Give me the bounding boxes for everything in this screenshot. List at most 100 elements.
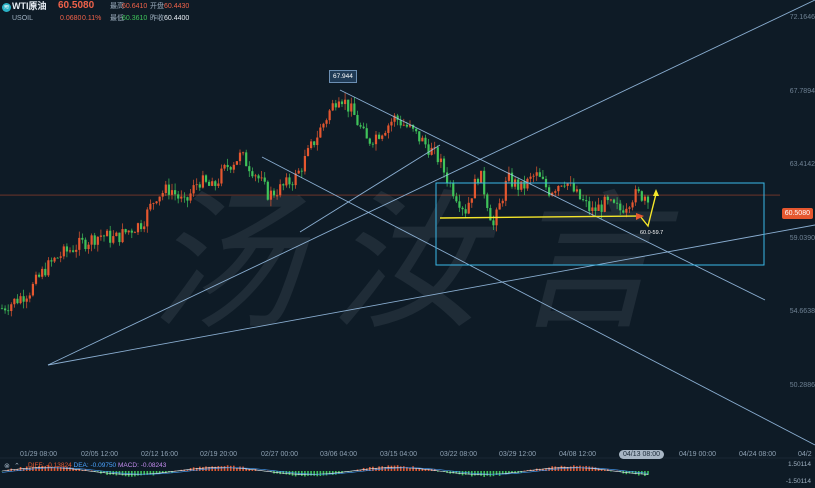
candle-body <box>541 176 545 179</box>
x-tick-label: 03/22 08:00 <box>440 451 477 458</box>
candle-body <box>384 132 387 136</box>
candle-body <box>272 190 276 196</box>
candle-body <box>75 249 78 252</box>
candle-body <box>90 235 93 245</box>
quote-value-prevclose: 60.4400 <box>164 15 190 22</box>
candle-body <box>402 124 405 126</box>
candle-body <box>643 196 647 201</box>
candle-body <box>229 167 232 170</box>
indicator-settings-icon[interactable]: ⊗ <box>4 462 10 470</box>
candle-body <box>328 110 331 121</box>
candle-body <box>473 178 477 199</box>
candle-body <box>634 189 637 203</box>
candle-body <box>609 199 613 201</box>
quote-value-high: 60.6410 <box>122 3 148 10</box>
indicator-menu-icon[interactable]: ⌃ <box>14 462 20 470</box>
high-price-label: 67.944 <box>329 70 357 83</box>
quote-header: ≋ WTI原油 60.5080 USOIL 0.0680 0.11% 最高 60… <box>0 0 300 24</box>
candle-body <box>10 304 13 312</box>
candle-body <box>257 175 260 179</box>
candle-body <box>547 187 551 196</box>
candle-body <box>615 202 619 204</box>
candle-body <box>37 274 41 277</box>
candle-body <box>535 172 538 176</box>
target-range-label: 60.0-59.7 <box>640 230 664 236</box>
candle-body <box>622 210 625 213</box>
candle-body <box>461 207 464 210</box>
candle-body <box>223 164 226 169</box>
candle-body <box>19 296 22 304</box>
candle-body <box>418 131 421 142</box>
candle-body <box>164 184 167 194</box>
candle-body <box>3 308 7 311</box>
candle-body <box>538 172 541 177</box>
macd-legend: DIFF: -0.13824 DEA: -0.09750 MACD: -0.08… <box>28 462 166 469</box>
candle-body <box>25 298 28 302</box>
quote-label-prevclose: 昨收 <box>150 15 164 22</box>
price-chart[interactable]: 汤汝言 <box>0 0 815 488</box>
candle-body <box>41 268 44 277</box>
candle-body <box>217 183 220 186</box>
candle-body <box>600 204 603 212</box>
candle-body <box>53 257 56 262</box>
candle-body <box>347 99 350 112</box>
y-tick-label: 63.4142 <box>789 161 815 168</box>
macd-dea-label: DEA: -0.09750 <box>73 462 117 469</box>
candle-body <box>492 220 495 226</box>
candle-body <box>189 193 192 201</box>
candle-body <box>288 177 291 185</box>
candle-body <box>226 164 229 168</box>
candle-body <box>631 202 634 208</box>
candle-body <box>316 137 319 146</box>
x-tick-label: 04/08 12:00 <box>559 451 596 458</box>
candle-body <box>439 158 443 163</box>
watermark-text: 汤汝言 <box>150 177 690 351</box>
candle-body <box>340 101 344 105</box>
candle-body <box>87 244 90 250</box>
candle-body <box>56 257 59 259</box>
candle-body <box>486 194 489 208</box>
candle-body <box>16 298 19 304</box>
candle-body <box>445 172 449 183</box>
candle-body <box>50 260 53 262</box>
candle-body <box>325 120 328 124</box>
candle-body <box>581 199 585 201</box>
candle-body <box>297 170 300 174</box>
candle-body <box>152 203 155 204</box>
current-price-tag: 60.5080 <box>781 208 813 219</box>
candle-body <box>279 184 282 196</box>
candle-body <box>183 196 186 198</box>
candle-body <box>161 193 164 197</box>
x-tick-label: 02/27 00:00 <box>261 451 298 458</box>
candle-body <box>612 199 616 203</box>
candle-body <box>207 181 211 186</box>
candle-body <box>28 295 31 299</box>
chart-canvas[interactable]: 汤汝言 ≋ WTI原油 60.5080 USOIL 0.0680 0.11% 最… <box>0 0 815 488</box>
candle-body <box>118 232 121 243</box>
candle-body <box>13 298 16 305</box>
candle-body <box>71 250 75 252</box>
candle-body <box>211 181 214 186</box>
x-tick-label: 03/29 12:00 <box>499 451 536 458</box>
candle-body <box>232 164 235 170</box>
candle-body <box>628 207 631 209</box>
macd-value-label: MACD: -0.08243 <box>117 462 167 469</box>
ticker-code: USOIL <box>12 15 34 22</box>
last-price: 60.5080 <box>58 0 95 11</box>
y-tick-label: 59.0390 <box>789 235 815 242</box>
candle-body <box>285 177 288 186</box>
candle-body <box>238 152 242 162</box>
candle-body <box>529 176 532 179</box>
candle-body <box>517 179 520 190</box>
candle-body <box>585 200 588 202</box>
candle-body <box>501 200 504 204</box>
candle-body <box>149 203 152 210</box>
macd-diff-label: DIFF: -0.13824 <box>28 462 72 469</box>
candle-body <box>22 296 25 302</box>
wti-logo-icon: ≋ <box>2 3 11 12</box>
candle-body <box>59 256 62 258</box>
quote-value-low: 60.3610 <box>122 15 148 22</box>
symbol-name[interactable]: WTI原油 <box>12 2 47 11</box>
candle-body <box>198 184 201 188</box>
candle-body <box>105 230 109 237</box>
